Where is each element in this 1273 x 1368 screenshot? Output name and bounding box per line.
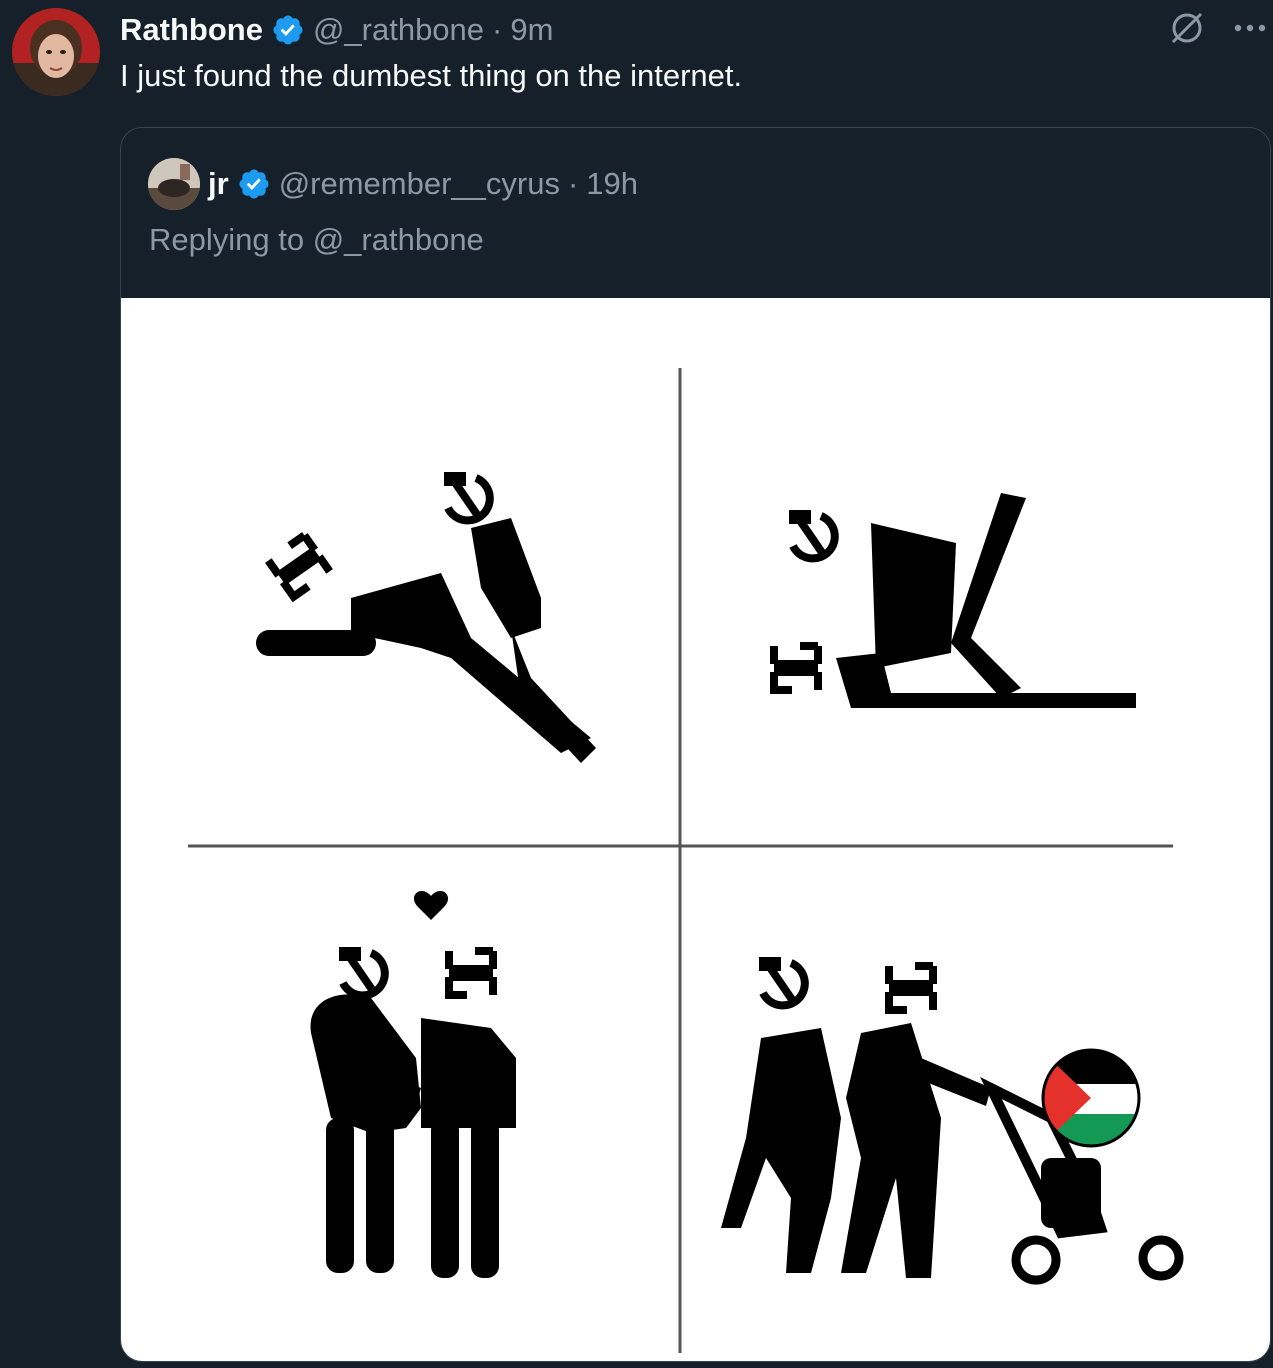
replying-to[interactable]: Replying to @_rathbone (149, 222, 484, 258)
panel-bottom-left (310, 891, 516, 1278)
tweet-header: Rathbone @_rathbone · 9m (120, 10, 553, 50)
tweet-time[interactable]: 9m (510, 12, 553, 48)
quoted-time[interactable]: 19h (586, 166, 638, 202)
separator: · (567, 166, 579, 201)
tweet-text: I just found the dumbest thing on the in… (120, 58, 743, 93)
author-handle[interactable]: @_rathbone (313, 12, 484, 48)
quoted-author-name[interactable]: jr (208, 166, 229, 202)
panel-bottom-right (721, 957, 1184, 1285)
author-name[interactable]: Rathbone (120, 12, 263, 48)
grok-icon[interactable] (1167, 8, 1207, 48)
panel-top-right (774, 493, 1136, 708)
four-panel-pictogram-meme (188, 368, 1184, 1353)
verified-badge-icon (239, 169, 269, 199)
quoted-media-image[interactable] (121, 298, 1270, 1361)
quoted-author-avatar[interactable] (148, 158, 200, 210)
tweet-actions-top (1167, 8, 1267, 48)
author-avatar[interactable] (12, 8, 100, 96)
quoted-header: jr @remember__cyrus · 19h (148, 158, 638, 210)
panel-top-left (256, 472, 596, 763)
more-icon[interactable] (1233, 8, 1267, 48)
quoted-author-handle[interactable]: @remember__cyrus (279, 166, 560, 202)
quoted-tweet[interactable]: jr @remember__cyrus · 19h Replying to @_… (120, 127, 1271, 1362)
separator: · (492, 12, 503, 47)
verified-badge-icon (273, 15, 303, 45)
